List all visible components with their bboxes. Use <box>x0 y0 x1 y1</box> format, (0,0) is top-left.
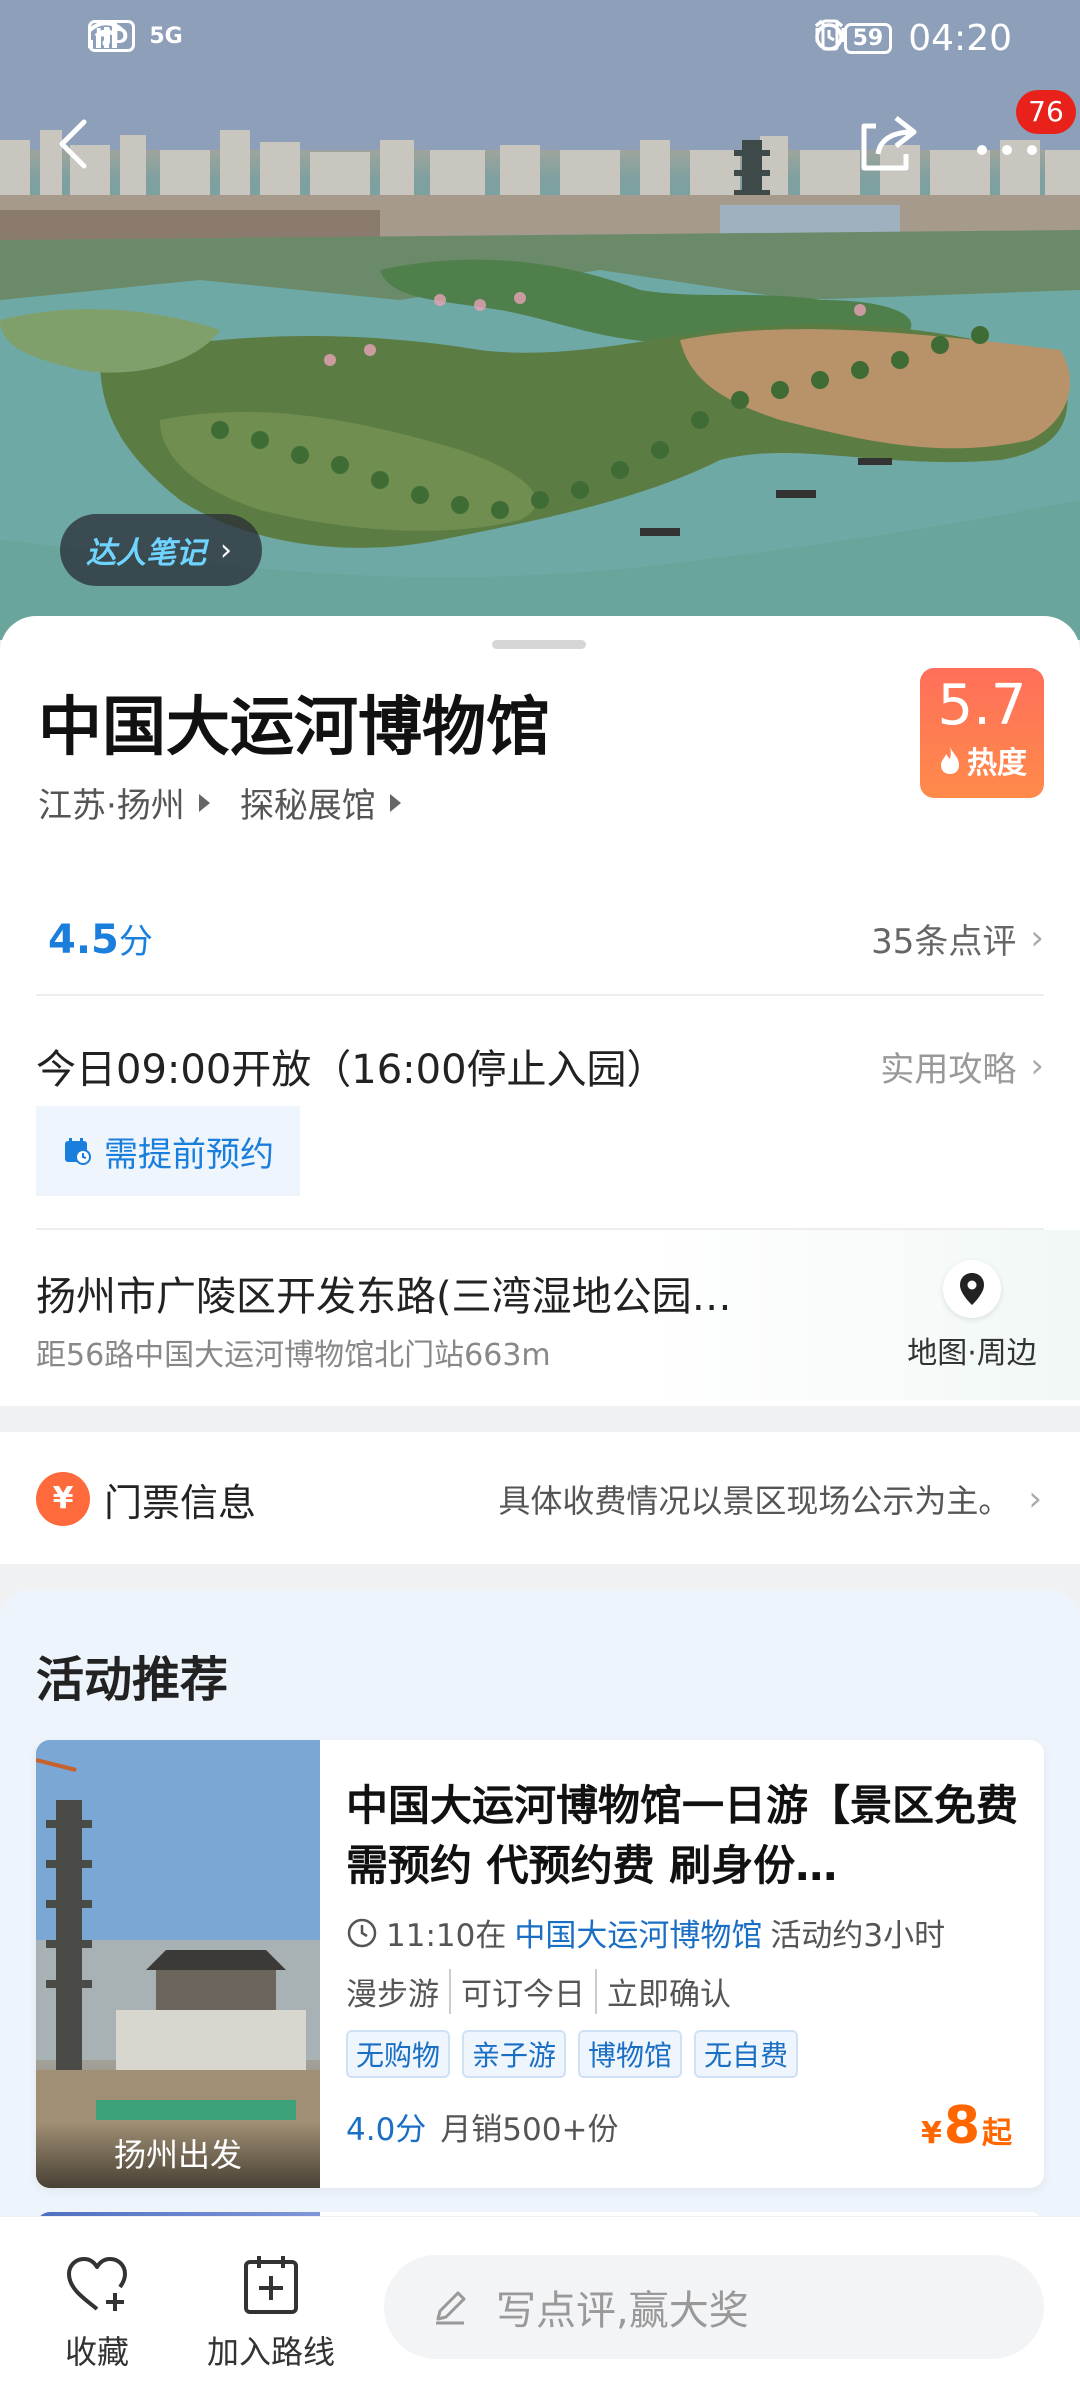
category-link[interactable]: 探秘展馆 <box>240 778 401 827</box>
ticket-note: 具体收费情况以景区现场公示为主。 <box>498 1482 1011 1520</box>
tag: 博物馆 <box>578 2030 683 2078</box>
map-nearby-label: 地图·周边 <box>907 1336 1037 1371</box>
drag-handle[interactable] <box>492 640 586 649</box>
calendar-clock-icon <box>65 1138 91 1165</box>
battery-icon: 59 <box>843 23 893 54</box>
add-route-label: 加入路线 <box>206 2333 335 2371</box>
clock: 04:20 <box>908 18 1012 59</box>
breadcrumb: 江苏·扬州 探秘展馆 <box>38 778 401 827</box>
activity-features: 漫步游 可订今日 立即确认 <box>346 1969 1022 2014</box>
heat-label: 热度 <box>967 746 1027 781</box>
departure-label: 扬州出发 <box>36 2122 320 2188</box>
activity-price: ¥ 8 起 <box>921 2096 1012 2156</box>
write-review-input[interactable]: 写点评,赢大奖 <box>384 2255 1044 2359</box>
expert-notes-label: 达人笔记 <box>86 536 206 571</box>
flame-icon <box>941 747 959 774</box>
activity-title: 中国大运河博物馆一日游【景区免费需预约 代预约费 刷身份… <box>346 1781 1019 1890</box>
status-bar: HD 5G 59 04:20 <box>0 0 1080 80</box>
section-title: 活动推荐 <box>36 1652 229 1708</box>
rating-score: 4.5分 <box>36 914 153 963</box>
address: 扬州市广陵区开发东路(三湾湿地公园… <box>36 1274 732 1320</box>
chevron-right-icon: › <box>220 532 232 568</box>
share-icon <box>861 116 917 171</box>
tag: 无自费 <box>694 2030 799 2078</box>
map-nearby-button[interactable]: 地图·周边 <box>892 1260 1052 1372</box>
activity-thumbnail: 扬州出发 <box>36 1740 320 2188</box>
top-nav: 76 <box>0 90 1080 200</box>
back-arrow-icon <box>59 119 87 169</box>
price-currency: ¥ <box>920 2116 942 2151</box>
chevron-right-icon: › <box>1030 1046 1044 1086</box>
feature-item: 可订今日 <box>451 1969 597 2014</box>
transit-distance: 距56路中国大运河博物馆北门站663m <box>36 1338 551 1373</box>
feature-item: 立即确认 <box>607 1977 731 2013</box>
guide-link[interactable]: 实用攻略 › <box>880 1042 1044 1091</box>
hero-image[interactable]: HD 5G 59 04:20 76 达人笔记 › <box>0 0 1080 640</box>
guide-label: 实用攻略 <box>880 1049 1017 1090</box>
rating-value: 4.5 <box>48 916 119 963</box>
ticket-info-row[interactable]: ¥ 门票信息 具体收费情况以景区现场公示为主。 › <box>0 1432 1080 1564</box>
feature-item: 漫步游 <box>346 1969 451 2014</box>
signal-icon: 5G <box>88 20 184 49</box>
review-count: 35条点评 <box>871 921 1017 962</box>
region-link[interactable]: 江苏·扬州 <box>38 778 210 827</box>
ticket-title: 门票信息 <box>104 1481 257 1525</box>
reservation-badge[interactable]: 需提前预约 <box>36 1106 300 1196</box>
reservation-label: 需提前预约 <box>104 1134 274 1175</box>
expert-notes-button[interactable]: 达人笔记 › <box>60 514 262 586</box>
activity-tags: 无购物 亲子游 博物馆 无自费 <box>346 2030 1022 2078</box>
network-type: 5G <box>149 23 183 49</box>
poi-info-card: 中国大运河博物馆 江苏·扬州 探秘展馆 5.7 热度 4.5分 35条点评 › … <box>0 616 1080 1406</box>
write-review-placeholder: 写点评,赢大奖 <box>496 2288 749 2334</box>
chevron-right-icon: › <box>1030 918 1044 958</box>
activity-schedule: 11:10在 中国大运河博物馆 活动约3小时 <box>346 1910 1022 1955</box>
rating-row[interactable]: 4.5分 35条点评 › <box>36 898 1044 978</box>
price-value: 8 <box>943 2096 980 2156</box>
caret-right-icon <box>198 793 210 812</box>
tag: 亲子游 <box>462 2030 567 2078</box>
activity-card[interactable]: 扬州出发 中国大运河博物馆一日游【景区免费需预约 代预约费 刷身份… 11:10… <box>36 1740 1044 2188</box>
ticket-icon: ¥ <box>36 1472 90 1526</box>
divider <box>36 994 1044 996</box>
activity-sales: 月销500+份 <box>440 2111 619 2148</box>
category-label: 探秘展馆 <box>239 786 376 826</box>
map-pin-icon <box>960 1273 984 1305</box>
add-route-button[interactable]: 加入路线 <box>196 2253 346 2373</box>
reviews-link[interactable]: 35条点评 › <box>871 914 1044 963</box>
poi-title: 中国大运河博物馆 <box>38 691 550 765</box>
clock-icon <box>347 1918 377 1947</box>
pencil-icon <box>436 2291 466 2325</box>
activity-score: 4.0分 <box>346 2111 427 2148</box>
bottom-action-bar: 收藏 加入路线 写点评,赢大奖 <box>0 2216 1080 2400</box>
activities-section: 活动推荐 扬州出发 中国大运河博物馆一日游【景区免费需预约 代预约费 刷身份… … <box>0 1590 1080 2272</box>
opening-hours: 今日09:00开放（16:00停止入园） <box>36 1047 667 1093</box>
heat-value: 5.7 <box>937 673 1027 738</box>
favorite-label: 收藏 <box>64 2333 129 2371</box>
schedule-prefix: 11:10在 <box>386 1918 507 1954</box>
notification-badge: 76 <box>1016 90 1076 134</box>
share-button[interactable] <box>856 110 922 176</box>
address-row[interactable]: 扬州市广陵区开发东路(三湾湿地公园… 距56路中国大运河博物馆北门站663m 地… <box>0 1230 1080 1400</box>
caret-right-icon <box>389 793 401 812</box>
hours-row: 今日09:00开放（16:00停止入园） 实用攻略 › <box>36 1026 1044 1106</box>
heat-badge[interactable]: 5.7 热度 <box>920 668 1044 798</box>
calendar-plus-icon <box>244 2256 298 2314</box>
back-button[interactable] <box>44 112 104 176</box>
region-label: 江苏·扬州 <box>38 786 185 826</box>
schedule-suffix: 活动约3小时 <box>770 1918 946 1954</box>
price-suffix: 起 <box>982 2116 1012 2151</box>
favorite-button[interactable]: 收藏 <box>52 2253 142 2373</box>
heart-plus-icon <box>67 2257 127 2311</box>
museum-photo-illustration <box>36 1740 320 2188</box>
chevron-right-icon: › <box>1028 1479 1042 1519</box>
tag: 无购物 <box>346 2030 451 2078</box>
schedule-place: 中国大运河博物馆 <box>514 1918 763 1954</box>
rating-unit: 分 <box>118 921 153 962</box>
